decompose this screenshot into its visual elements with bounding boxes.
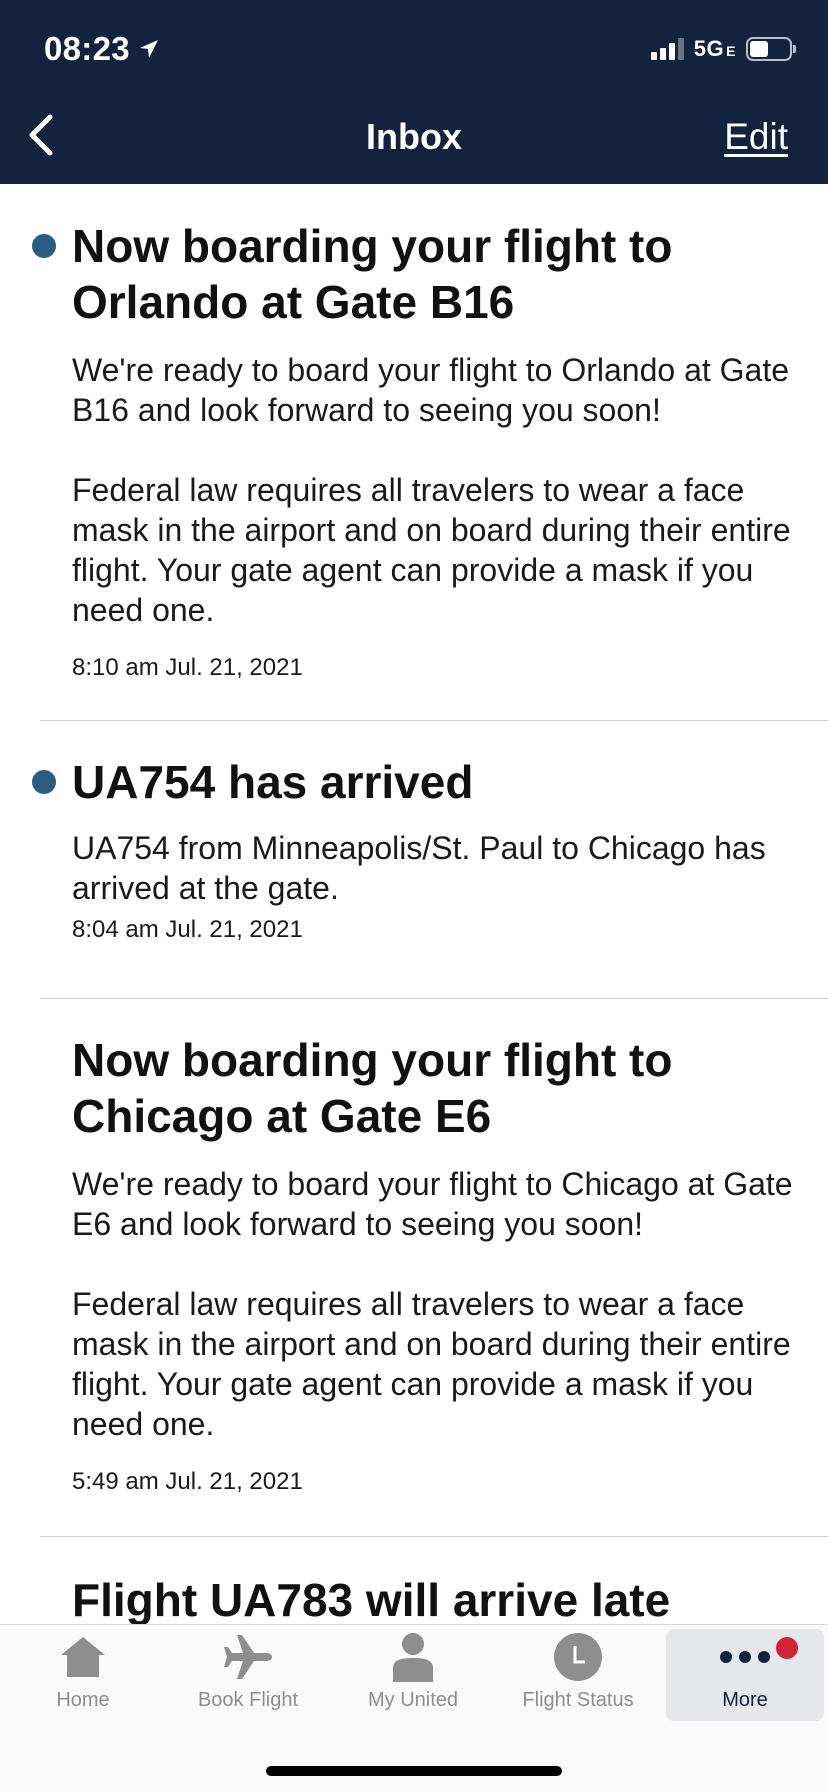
- message-timestamp: 8:04 am Jul. 21, 2021: [72, 916, 303, 943]
- cellular-signal-icon: [650, 38, 684, 60]
- message-timestamp: 8:10 am Jul. 21, 2021: [72, 654, 303, 681]
- status-time-text: 08:23: [44, 30, 130, 67]
- tab-label: More: [722, 1689, 768, 1711]
- message-item[interactable]: Now boarding your flight to Orlando at G…: [0, 184, 828, 721]
- airplane-icon: [222, 1629, 274, 1685]
- message-list: Now boarding your flight to Orlando at G…: [0, 184, 828, 1636]
- status-indicators: 5G E: [650, 36, 796, 62]
- tab-label: My United: [367, 1689, 459, 1711]
- unread-dot: [32, 770, 56, 794]
- tab-label: Home: [56, 1689, 110, 1711]
- tab-label: Book Flight: [197, 1689, 299, 1711]
- message-body: UA754 from Minneapolis/St. Paul to Chica…: [72, 830, 766, 906]
- message-body: We're ready to board your flight to Orla…: [72, 352, 791, 628]
- home-icon: [59, 1629, 107, 1685]
- message-body: We're ready to board your flight to Chic…: [72, 1166, 793, 1442]
- message-title: UA754 has arrived: [72, 756, 474, 808]
- tab-home[interactable]: Home: [4, 1629, 162, 1721]
- status-time: 08:23: [44, 30, 160, 68]
- tab-more[interactable]: More: [666, 1629, 824, 1721]
- network-type: 5G E: [694, 36, 736, 62]
- message-item[interactable]: Now boarding your flight to Chicago at G…: [0, 998, 828, 1537]
- notification-badge: [776, 1637, 798, 1659]
- network-suffix: E: [726, 43, 736, 59]
- person-icon: [391, 1629, 435, 1685]
- header-bar: 08:23 5G E Inbox Edit: [0, 0, 828, 184]
- edit-button[interactable]: Edit: [724, 116, 788, 158]
- more-dots-icon: [719, 1629, 771, 1685]
- message-title: Now boarding your flight to Orlando at G…: [72, 220, 673, 328]
- message-timestamp: 5:49 am Jul. 21, 2021: [72, 1468, 303, 1495]
- tab-book-flight[interactable]: Book Flight: [169, 1629, 327, 1721]
- home-indicator[interactable]: [266, 1766, 562, 1776]
- location-arrow-icon: [138, 30, 160, 68]
- tab-flight-status[interactable]: Flight Status: [499, 1629, 657, 1721]
- message-title: Now boarding your flight to Chicago at G…: [72, 1034, 673, 1142]
- message-title: Flight UA783 will arrive late: [72, 1574, 671, 1626]
- message-item[interactable]: UA754 has arrived UA754 from Minneapolis…: [0, 720, 828, 999]
- network-label: 5G: [693, 36, 725, 61]
- inbox-screen: 08:23 5G E Inbox Edit Now boarding your f…: [0, 0, 828, 1792]
- tab-my-united[interactable]: My United: [334, 1629, 492, 1721]
- clock-icon: [553, 1629, 603, 1685]
- battery-icon: [746, 37, 796, 61]
- page-title: Inbox: [366, 116, 462, 157]
- message-item[interactable]: Flight UA783 will arrive late: [0, 1536, 828, 1636]
- tab-label: Flight Status: [522, 1689, 634, 1711]
- unread-dot: [32, 234, 56, 258]
